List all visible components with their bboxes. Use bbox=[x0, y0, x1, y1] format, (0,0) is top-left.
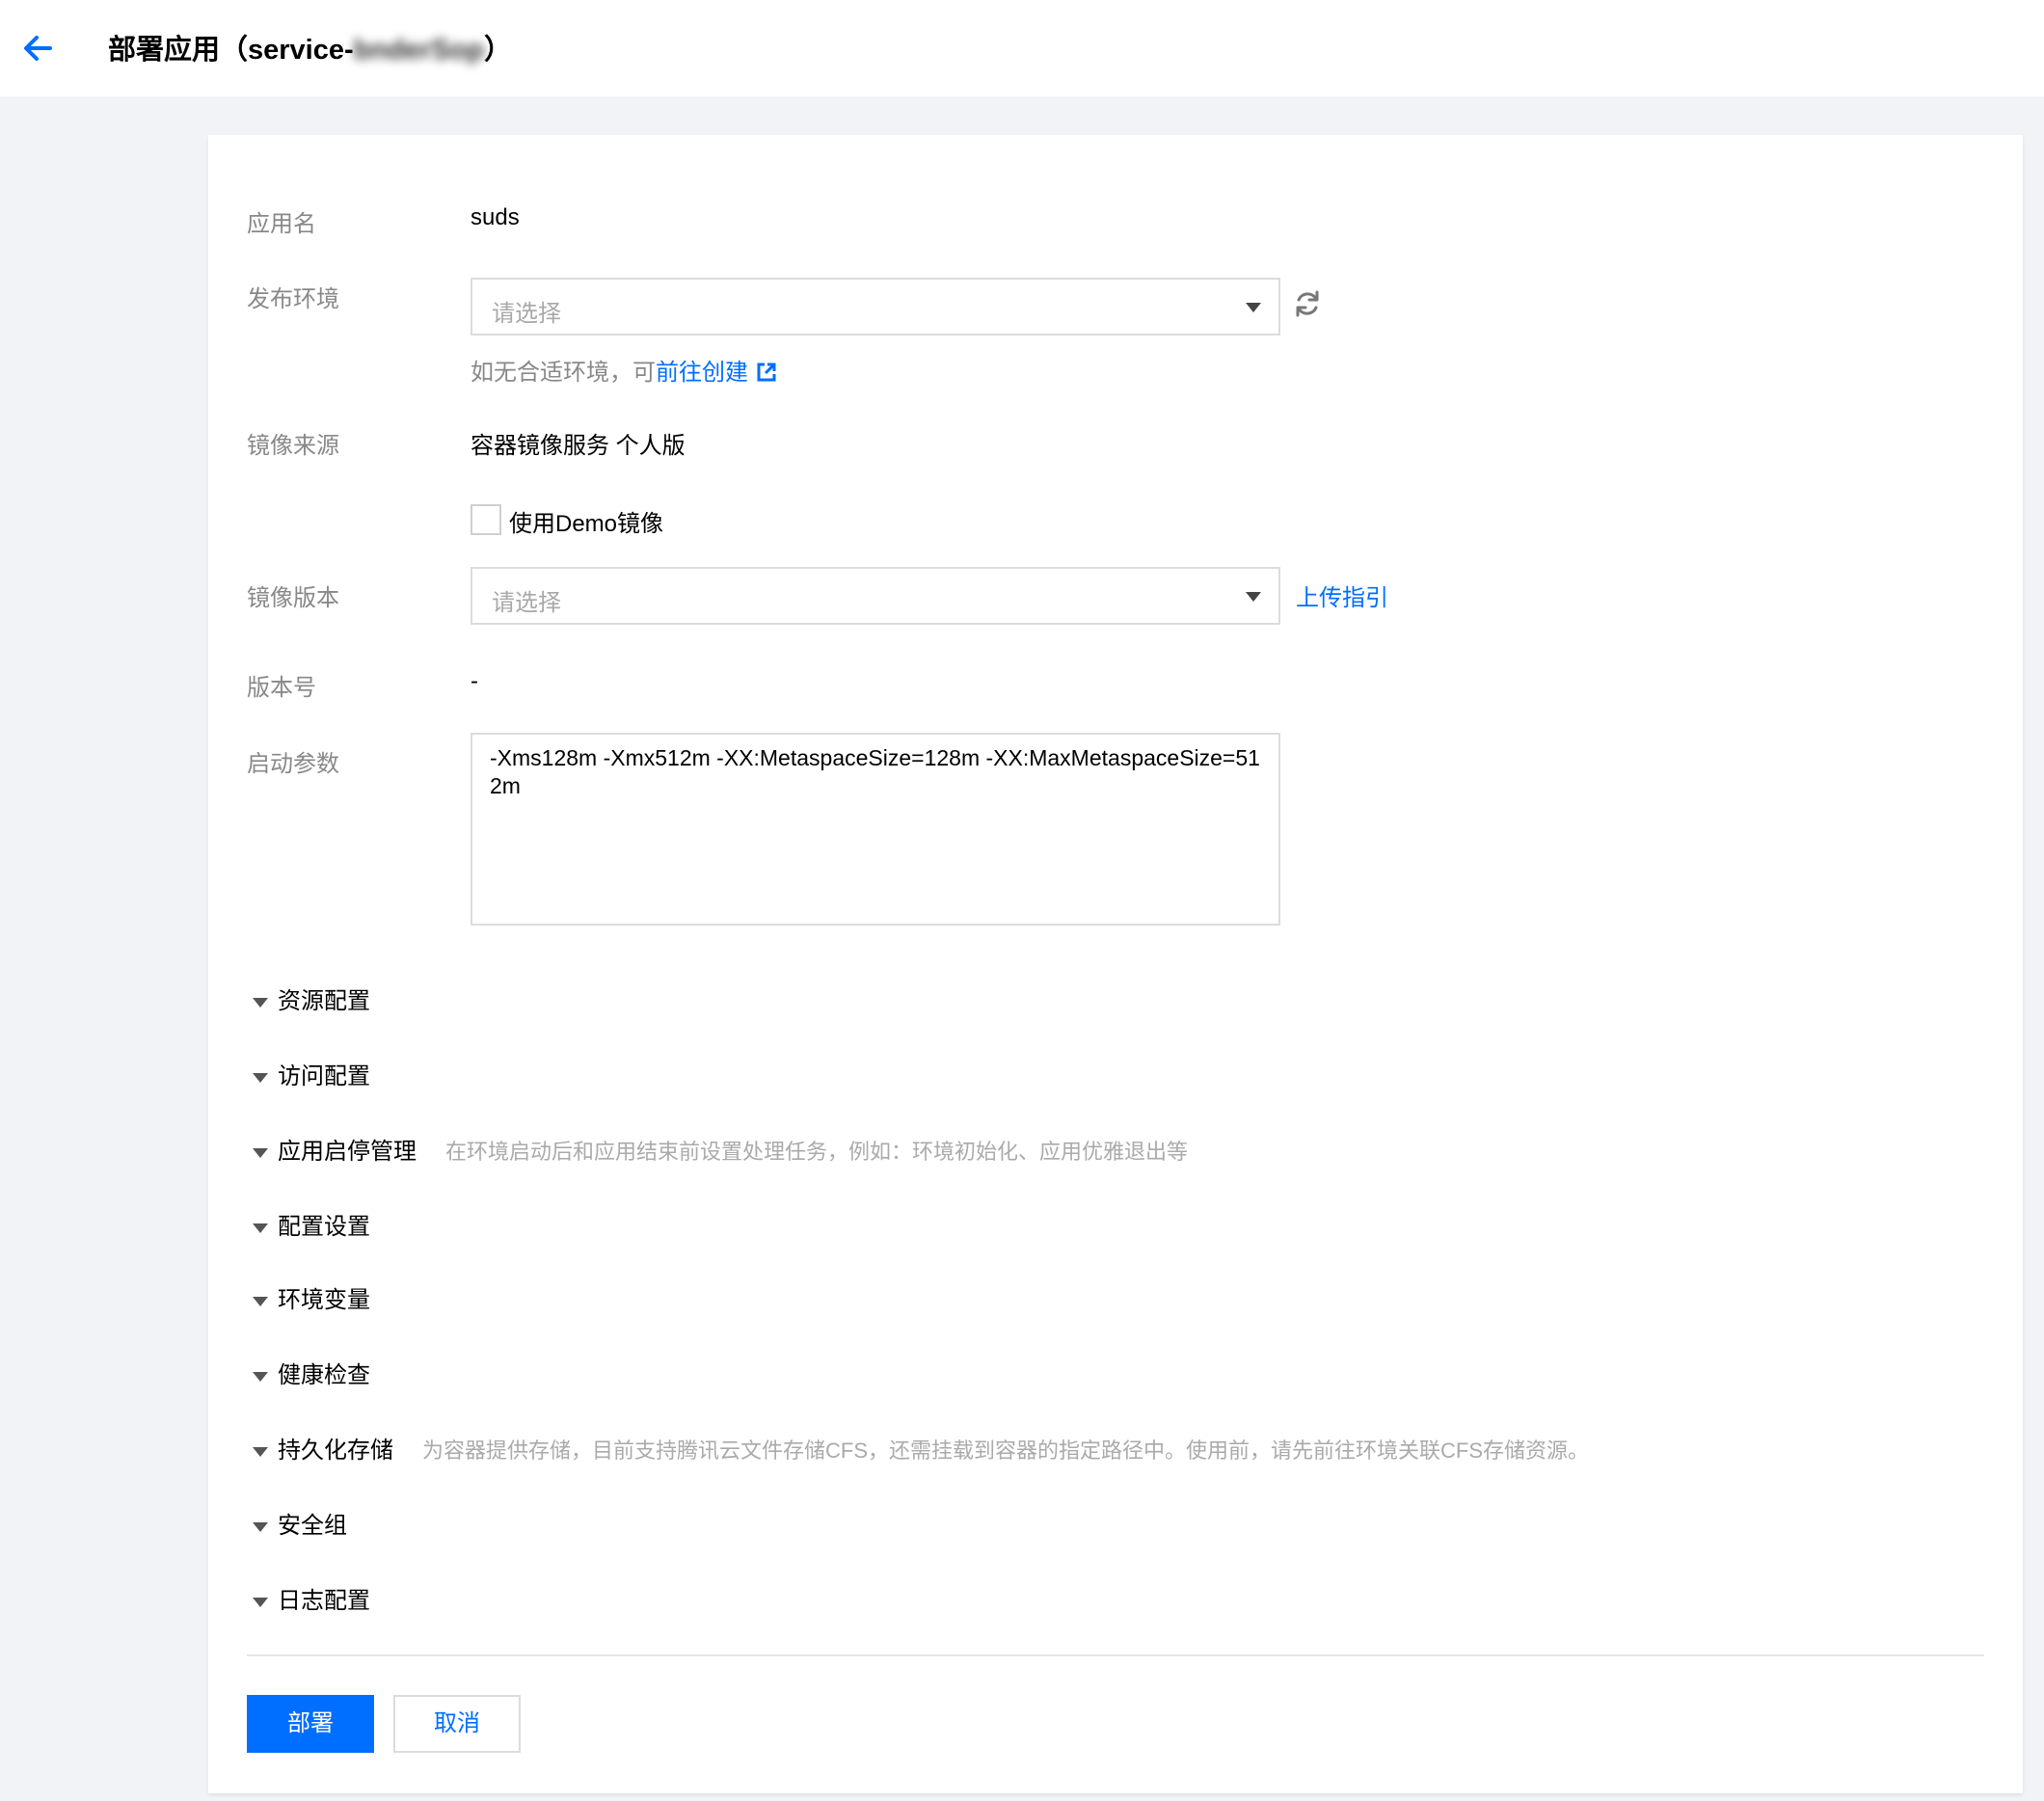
section-access-config[interactable]: 访问配置 bbox=[253, 1057, 370, 1091]
section-title: 资源配置 bbox=[278, 988, 370, 1014]
section-lifecycle-management[interactable]: 应用启停管理 在环境启动后和应用结束前设置处理任务，例如：环境初始化、应用优雅退出… bbox=[253, 1132, 1188, 1167]
deploy-button[interactable]: 部署 bbox=[247, 1695, 374, 1753]
refresh-icon[interactable] bbox=[1291, 287, 1324, 320]
image-source-label: 镜像来源 bbox=[247, 433, 339, 459]
caret-down-icon bbox=[1246, 303, 1261, 312]
section-title: 访问配置 bbox=[278, 1063, 370, 1089]
section-title: 安全组 bbox=[278, 1513, 347, 1539]
env-hint: 如无合适环境，可前往创建 bbox=[471, 353, 777, 387]
upload-guide-link[interactable]: 上传指引 bbox=[1296, 578, 1388, 612]
triangle-down-icon bbox=[253, 1296, 268, 1306]
create-env-link[interactable]: 前往创建 bbox=[656, 360, 748, 386]
image-source-value: 容器镜像服务 个人版 bbox=[471, 433, 686, 459]
external-link-icon[interactable] bbox=[756, 362, 777, 383]
demo-image-label[interactable]: 使用Demo镜像 bbox=[509, 504, 663, 538]
app-name-value: suds bbox=[471, 204, 520, 230]
page-title-service-name: bnderSop bbox=[353, 35, 484, 66]
section-log-config[interactable]: 日志配置 bbox=[253, 1581, 370, 1616]
image-version-select[interactable]: 请选择 bbox=[471, 567, 1280, 625]
deploy-form-card: 应用名 suds 发布环境 请选择 如无合适环境，可前往创建 镜像来源 容器镜像… bbox=[208, 135, 2023, 1793]
section-env-variables[interactable]: 环境变量 bbox=[253, 1280, 370, 1315]
cancel-button[interactable]: 取消 bbox=[393, 1695, 521, 1753]
section-title: 应用启停管理 bbox=[278, 1139, 417, 1165]
page-title-prefix: 部署应用（service- bbox=[108, 35, 354, 66]
triangle-down-icon bbox=[253, 1446, 268, 1457]
section-title: 持久化存储 bbox=[278, 1438, 393, 1464]
image-version-label: 镜像版本 bbox=[247, 585, 339, 611]
startup-params-textarea[interactable]: -Xms128m -Xmx512m -XX:MetaspaceSize=128m… bbox=[471, 733, 1280, 926]
divider bbox=[247, 1654, 1984, 1656]
section-title: 环境变量 bbox=[278, 1287, 370, 1313]
section-description: 为容器提供存储，目前支持腾讯云文件存储CFS，还需挂载到容器的指定路径中。使用前… bbox=[422, 1438, 1590, 1463]
triangle-down-icon bbox=[253, 1371, 268, 1382]
triangle-down-icon bbox=[253, 1147, 268, 1158]
env-label: 发布环境 bbox=[247, 286, 339, 312]
version-no-label: 版本号 bbox=[247, 675, 316, 701]
section-resource-config[interactable]: 资源配置 bbox=[253, 981, 370, 1016]
triangle-down-icon bbox=[253, 1521, 268, 1532]
startup-params-label: 启动参数 bbox=[247, 751, 339, 777]
env-select[interactable]: 请选择 bbox=[471, 278, 1280, 336]
triangle-down-icon bbox=[253, 1597, 268, 1607]
top-bar: 部署应用（service-bnderSop） bbox=[0, 0, 2044, 96]
image-version-placeholder: 请选择 bbox=[492, 590, 561, 616]
section-title: 健康检查 bbox=[278, 1362, 370, 1388]
section-title: 配置设置 bbox=[278, 1214, 370, 1240]
triangle-down-icon bbox=[253, 1072, 268, 1083]
caret-down-icon bbox=[1246, 592, 1261, 602]
section-config-settings[interactable]: 配置设置 bbox=[253, 1207, 370, 1242]
env-hint-text: 如无合适环境，可 bbox=[471, 360, 656, 386]
section-persistent-storage[interactable]: 持久化存储 为容器提供存储，目前支持腾讯云文件存储CFS，还需挂载到容器的指定路径… bbox=[253, 1431, 1589, 1465]
version-no-value: - bbox=[471, 668, 478, 694]
env-select-placeholder: 请选择 bbox=[492, 301, 561, 327]
section-health-check[interactable]: 健康检查 bbox=[253, 1356, 370, 1390]
demo-image-checkbox[interactable] bbox=[471, 504, 501, 535]
page-title: 部署应用（service-bnderSop） bbox=[108, 27, 512, 67]
arrow-left-icon[interactable] bbox=[19, 29, 58, 67]
page-title-suffix: ） bbox=[484, 35, 513, 66]
section-title: 日志配置 bbox=[278, 1588, 370, 1614]
triangle-down-icon bbox=[253, 997, 268, 1008]
triangle-down-icon bbox=[253, 1223, 268, 1233]
section-description: 在环境启动后和应用结束前设置处理任务，例如：环境初始化、应用优雅退出等 bbox=[445, 1140, 1189, 1164]
app-name-label: 应用名 bbox=[247, 211, 316, 237]
section-security-group[interactable]: 安全组 bbox=[253, 1506, 347, 1541]
